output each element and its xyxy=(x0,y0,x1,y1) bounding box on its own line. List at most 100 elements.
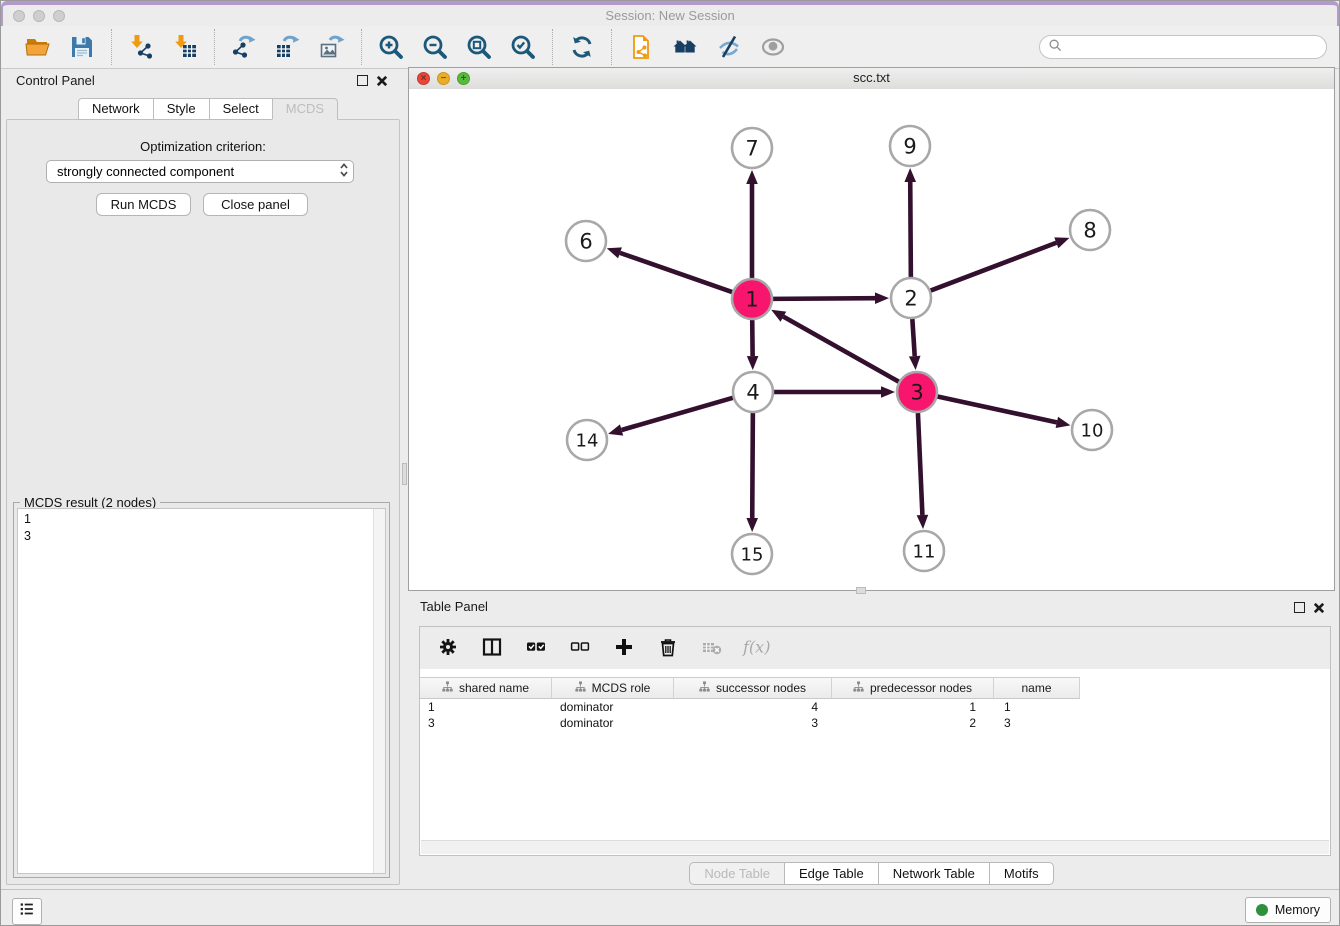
zoom-in-button[interactable] xyxy=(377,33,405,61)
save-session-icon xyxy=(69,34,95,60)
graph-node-10[interactable]: 10 xyxy=(1072,410,1112,450)
close-panel-icon[interactable] xyxy=(376,74,388,86)
graph-node-4[interactable]: 4 xyxy=(733,372,773,412)
zoom-window-button[interactable] xyxy=(53,10,65,22)
delete-column-button[interactable] xyxy=(656,636,680,660)
tab-node-table[interactable]: Node Table xyxy=(689,862,784,885)
criterion-dropdown[interactable]: strongly connected component xyxy=(46,160,354,183)
network-canvas[interactable]: 7 9 6 8 1 2 4 3 14 10 15 11 xyxy=(409,89,1334,590)
column-header-MCDS-role[interactable]: MCDS role xyxy=(552,678,674,698)
network-maximize-button[interactable]: + xyxy=(457,72,470,85)
delete-column-icon xyxy=(658,637,678,660)
tab-edge-table[interactable]: Edge Table xyxy=(784,862,878,885)
zoom-out-button[interactable] xyxy=(421,33,449,61)
float-panel-icon[interactable] xyxy=(357,75,368,86)
column-header-predecessor-nodes[interactable]: predecessor nodes xyxy=(832,678,994,698)
table-settings-gear-button[interactable] xyxy=(436,636,460,660)
svg-text:f(x): f(x) xyxy=(742,637,770,656)
mcds-result-textarea[interactable]: 1 3 xyxy=(17,508,386,874)
network-minimize-button[interactable]: − xyxy=(437,72,450,85)
graph-node-9[interactable]: 9 xyxy=(890,126,930,166)
result-scrollbar[interactable] xyxy=(373,509,385,873)
close-panel-button[interactable]: Close panel xyxy=(203,193,308,216)
close-table-panel-icon[interactable] xyxy=(1313,601,1325,613)
import-network-button[interactable] xyxy=(127,33,155,61)
search-input[interactable] xyxy=(1066,39,1318,55)
column-header-shared-name[interactable]: shared name xyxy=(420,678,552,698)
table-cell[interactable]: 1 xyxy=(994,699,1080,715)
zoom-fit-button[interactable] xyxy=(465,33,493,61)
table-cell[interactable]: 3 xyxy=(994,715,1080,731)
graph-edge-2-3[interactable] xyxy=(912,319,914,356)
graph-edge-4-14[interactable] xyxy=(622,398,733,430)
tab-motifs[interactable]: Motifs xyxy=(989,862,1054,885)
graph-node-3[interactable]: 3 xyxy=(897,372,937,412)
network-view-window: × − + scc.txt 7 9 6 8 1 2 4 3 14 10 15 11 xyxy=(408,67,1335,591)
export-network-button[interactable] xyxy=(230,33,258,61)
split-panel-button[interactable] xyxy=(480,636,504,660)
graph-edge-1-6[interactable] xyxy=(620,253,732,292)
hide-graphics-details-button[interactable] xyxy=(715,33,743,61)
save-session-button[interactable] xyxy=(68,33,96,61)
tab-mcds[interactable]: MCDS xyxy=(272,98,338,120)
first-neighbors-button[interactable] xyxy=(671,33,699,61)
tab-network[interactable]: Network xyxy=(78,98,153,120)
network-close-button[interactable]: × xyxy=(417,72,430,85)
table-cell[interactable]: 3 xyxy=(674,715,832,731)
svg-text:11: 11 xyxy=(913,541,936,562)
graph-node-14[interactable]: 14 xyxy=(567,420,607,460)
zoom-selected-button[interactable] xyxy=(509,33,537,61)
task-history-button[interactable] xyxy=(12,898,42,925)
column-header-name[interactable]: name xyxy=(994,678,1080,698)
table-horizontal-scrollbar[interactable] xyxy=(421,840,1329,854)
svg-text:4: 4 xyxy=(746,381,759,405)
export-image-icon xyxy=(319,34,345,60)
horizontal-splitter-grip[interactable] xyxy=(856,587,866,594)
graph-node-7[interactable]: 7 xyxy=(732,128,772,168)
graph-edge-1-2[interactable] xyxy=(773,298,875,299)
add-column-button[interactable] xyxy=(612,636,636,660)
minimize-window-button[interactable] xyxy=(33,10,45,22)
run-mcds-button[interactable]: Run MCDS xyxy=(96,193,191,216)
table-toolbar: f(x) xyxy=(420,627,1330,669)
table-cell[interactable]: 1 xyxy=(420,699,552,715)
export-table-button[interactable] xyxy=(274,33,302,61)
table-cell[interactable]: 2 xyxy=(832,715,994,731)
table-cell[interactable]: 3 xyxy=(420,715,552,731)
deselect-all-rows-button[interactable] xyxy=(568,636,592,660)
graph-node-1[interactable]: 1 xyxy=(732,279,772,319)
table-cell[interactable]: dominator xyxy=(552,715,674,731)
export-image-button[interactable] xyxy=(318,33,346,61)
graph-node-8[interactable]: 8 xyxy=(1070,210,1110,250)
graph-node-2[interactable]: 2 xyxy=(891,278,931,318)
tab-network-table[interactable]: Network Table xyxy=(878,862,989,885)
select-all-rows-button[interactable] xyxy=(524,636,548,660)
graph-edge-4-15[interactable] xyxy=(752,413,753,518)
graph-edge-3-11[interactable] xyxy=(918,413,922,515)
graph-edge-3-10[interactable] xyxy=(938,396,1057,422)
window-title: Session: New Session xyxy=(1,5,1339,26)
graph-node-6[interactable]: 6 xyxy=(566,221,606,261)
task-list-icon xyxy=(18,900,36,923)
refresh-view-button[interactable] xyxy=(568,33,596,61)
table-cell[interactable]: dominator xyxy=(552,699,674,715)
table-panel-title: Table Panel xyxy=(408,596,1335,618)
tab-select[interactable]: Select xyxy=(209,98,272,120)
open-network-file-button[interactable] xyxy=(627,33,655,61)
graph-edge-2-9[interactable] xyxy=(910,182,911,277)
tab-style[interactable]: Style xyxy=(153,98,209,120)
open-session-button[interactable] xyxy=(24,33,52,61)
network-window-titlebar[interactable]: × − + scc.txt xyxy=(409,68,1334,90)
vertical-splitter-grip[interactable] xyxy=(402,463,407,485)
float-table-panel-icon[interactable] xyxy=(1294,602,1305,613)
close-window-button[interactable] xyxy=(13,10,25,22)
graph-node-11[interactable]: 11 xyxy=(904,531,944,571)
import-table-button[interactable] xyxy=(171,33,199,61)
memory-button[interactable]: Memory xyxy=(1245,897,1331,923)
table-cell[interactable]: 1 xyxy=(832,699,994,715)
graph-edge-3-1[interactable] xyxy=(783,317,898,382)
table-cell[interactable]: 4 xyxy=(674,699,832,715)
graph-node-15[interactable]: 15 xyxy=(732,534,772,574)
column-header-successor-nodes[interactable]: successor nodes xyxy=(674,678,832,698)
graph-edge-2-8[interactable] xyxy=(931,243,1057,291)
